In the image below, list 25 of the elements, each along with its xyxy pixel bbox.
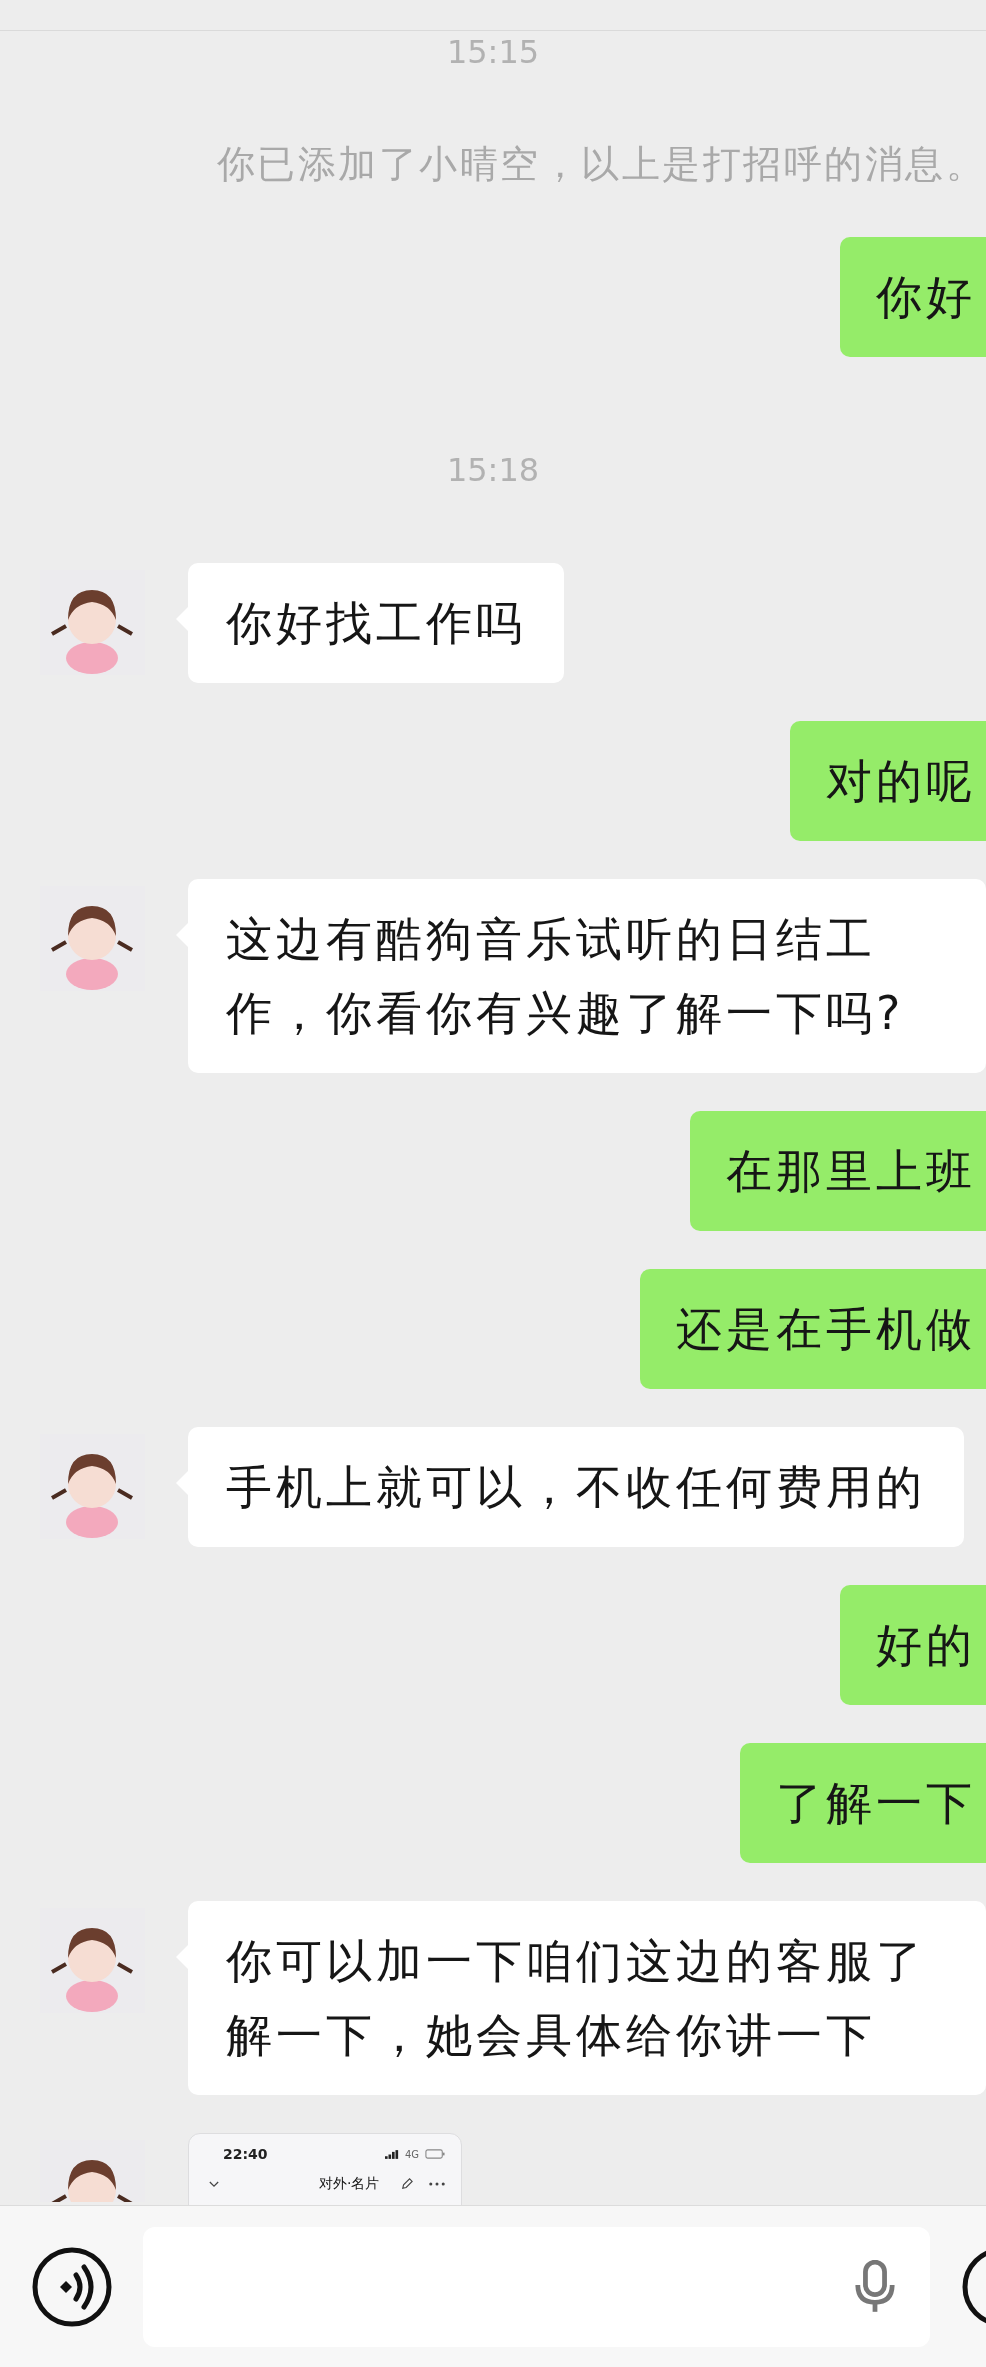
network-label: 4G xyxy=(404,2148,419,2160)
message-bubble: 你好找工作吗 xyxy=(188,563,564,683)
message-bubble: 这边有酷狗音乐试听的日结工作，你看你有兴趣了解一下吗? xyxy=(188,879,986,1073)
chevron-icon xyxy=(209,2180,219,2188)
message-bubble: 还是在手机做 xyxy=(640,1269,986,1389)
timestamp: 15:15 xyxy=(446,35,540,69)
more-icon xyxy=(429,2182,445,2186)
message-bubble: 了解一下 xyxy=(740,1743,986,1863)
microphone-icon[interactable] xyxy=(854,2259,896,2314)
status-time: 22:40 xyxy=(223,2146,268,2162)
battery-icon xyxy=(425,2149,445,2159)
input-field[interactable] xyxy=(143,2226,930,2347)
message-bubble: 手机上就可以，不收任何费用的 xyxy=(188,1427,964,1547)
pencil-icon xyxy=(401,2178,413,2190)
message-bubble: 对的呢 xyxy=(790,721,986,841)
system-message: 你已添加了小晴空，以上是打招呼的消息。 xyxy=(216,141,986,188)
card-title: 对外·名片 xyxy=(319,2175,380,2193)
voice-icon[interactable] xyxy=(32,2246,112,2327)
message-bubble: 你好 xyxy=(840,237,986,357)
message-bubble: 在那里上班 xyxy=(690,1111,986,1231)
timestamp: 15:18 xyxy=(446,453,540,487)
image-message[interactable]: 22:40 4G 对外·名片 xyxy=(188,2133,462,2205)
signal-icon xyxy=(384,2149,399,2159)
message-bubble: 好的 xyxy=(840,1585,986,1705)
message-bubble: 你可以加一下咱们这边的客服了解一下，她会具体给你讲一下 xyxy=(188,1901,986,2095)
